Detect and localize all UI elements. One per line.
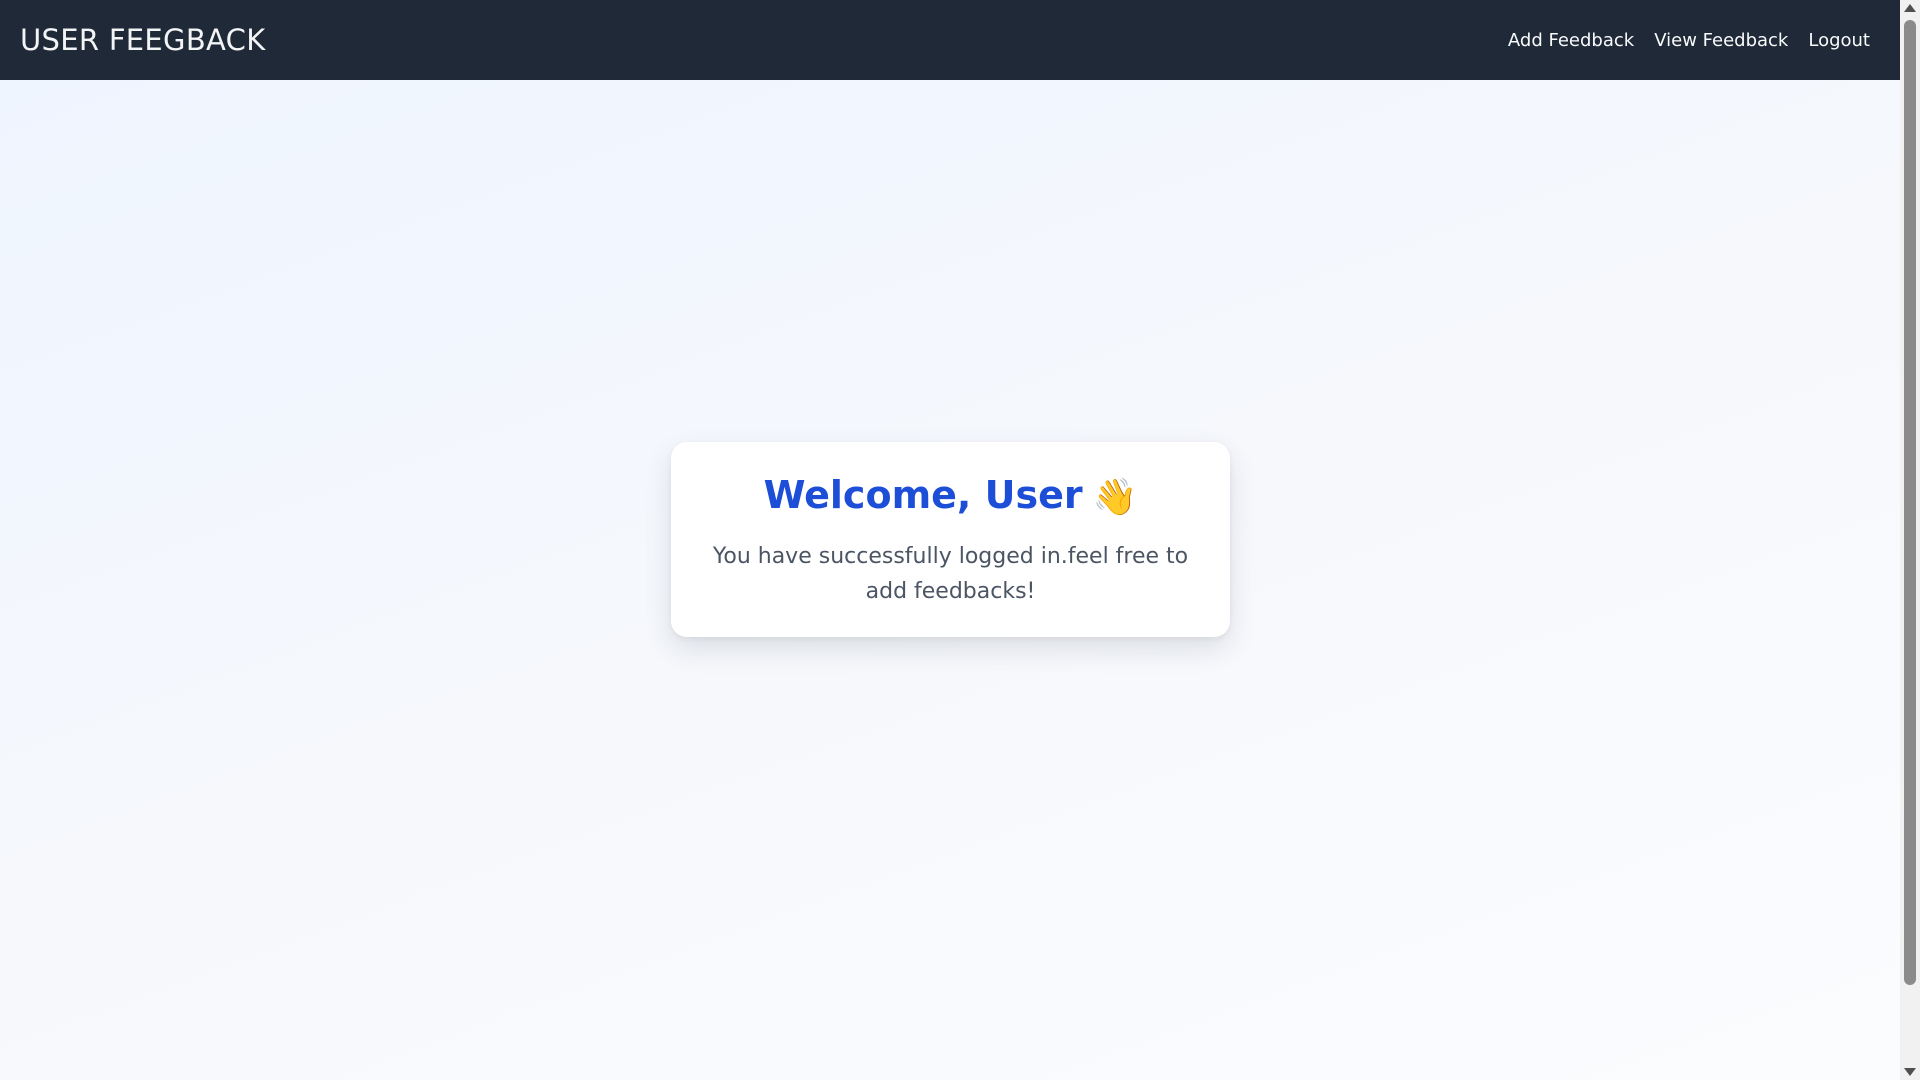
scroll-up-arrow-icon[interactable] <box>1904 4 1916 12</box>
nav-logout-link[interactable]: Logout <box>1808 30 1870 51</box>
welcome-message: You have successfully logged in.feel fre… <box>712 543 1189 604</box>
waving-hand-icon: 👋 <box>1092 476 1138 518</box>
brand-title[interactable]: USER FEEGBACK <box>20 23 266 57</box>
vertical-scrollbar[interactable] <box>1900 0 1920 1080</box>
nav-view-feedback-link[interactable]: View Feedback <box>1654 30 1788 51</box>
welcome-card: Welcome, User 👋 You have successfully log… <box>671 442 1230 637</box>
welcome-heading: Welcome, User 👋 <box>671 472 1230 521</box>
top-navbar: USER FEEGBACK Add Feedback View Feedback… <box>0 0 1900 80</box>
welcome-title-text: Welcome, User <box>763 473 1083 517</box>
scrollbar-thumb[interactable] <box>1904 20 1916 985</box>
scroll-down-arrow-icon[interactable] <box>1904 1068 1916 1076</box>
nav-links: Add Feedback View Feedback Logout <box>1508 30 1870 51</box>
page: USER FEEGBACK Add Feedback View Feedback… <box>0 0 1920 1080</box>
nav-add-feedback-link[interactable]: Add Feedback <box>1508 30 1634 51</box>
